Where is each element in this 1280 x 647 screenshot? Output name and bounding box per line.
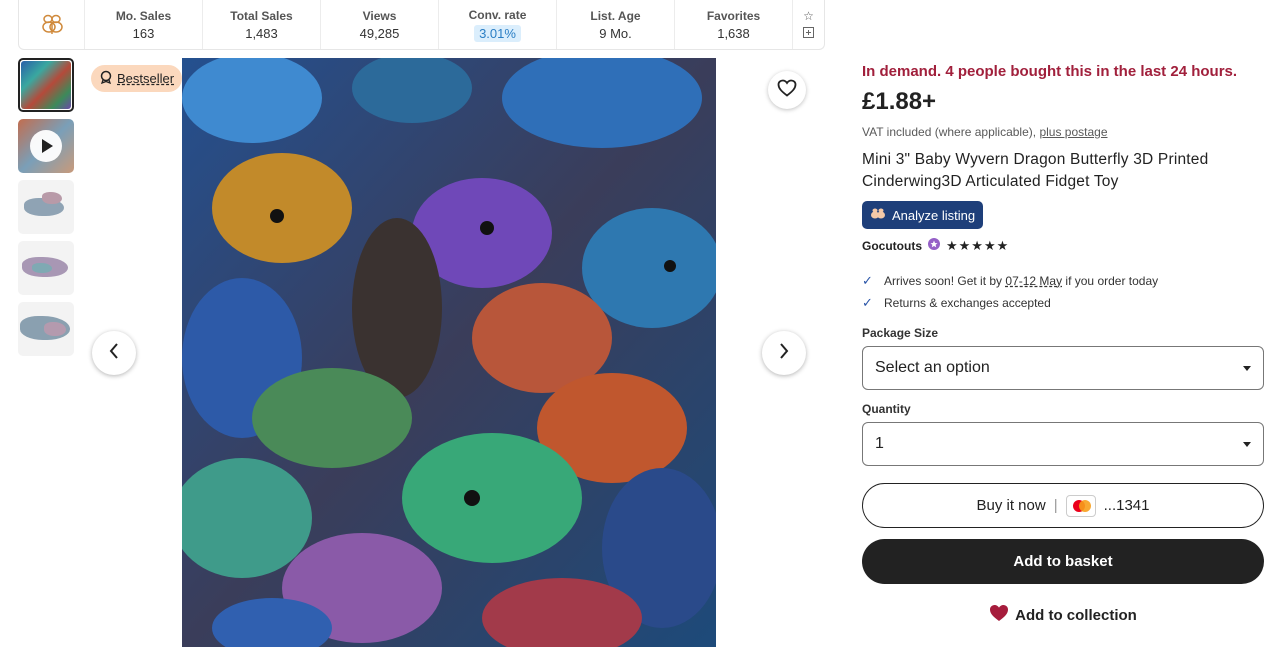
- check-icon: ✓: [862, 295, 873, 310]
- package-size-value: Select an option: [875, 359, 990, 376]
- returns-text: Returns & exchanges accepted: [884, 296, 1051, 310]
- stat-label: Conv. rate: [468, 7, 527, 22]
- analyze-listing-button[interactable]: Analyze listing: [862, 201, 984, 229]
- stat-label: Views: [362, 8, 397, 23]
- stat-value: 49,285: [359, 25, 400, 41]
- expand-icon[interactable]: [803, 26, 814, 41]
- thumbnail-image-1[interactable]: [18, 58, 74, 112]
- stat-favorites: Favorites 1,638: [675, 0, 793, 49]
- stat-value: 1,483: [245, 25, 278, 41]
- shop-row: Gocutouts ★★★★★: [862, 237, 1264, 254]
- buy-it-now-label: Buy it now: [976, 497, 1046, 514]
- price: £1.88+: [862, 88, 937, 115]
- returns-row: ✓ Returns & exchanges accepted: [862, 292, 1264, 314]
- medal-icon: [99, 70, 113, 87]
- analyze-listing-label: Analyze listing: [892, 207, 976, 223]
- quantity-label: Quantity: [862, 402, 911, 416]
- stat-views: Views 49,285: [321, 0, 439, 49]
- stat-label: Favorites: [706, 8, 761, 23]
- buy-it-now-button[interactable]: Buy it now | ...1341: [862, 483, 1264, 528]
- bee-icon: [870, 207, 886, 224]
- stat-conv-rate: Conv. rate 3.01%: [439, 0, 557, 49]
- star-icon[interactable]: ☆: [803, 9, 814, 23]
- stat-value: 9 Mo.: [599, 25, 632, 41]
- add-to-collection-button[interactable]: Add to collection: [862, 604, 1264, 626]
- product-info-panel: In demand. 4 people bought this in the l…: [862, 58, 1264, 626]
- thumbnail-list: [18, 58, 76, 363]
- heart-filled-icon: [989, 604, 1009, 626]
- add-to-collection-label: Add to collection: [1015, 606, 1137, 624]
- bestseller-badge[interactable]: Bestseller: [91, 65, 183, 92]
- highlights-list: ✓ Arrives soon! Get it by 07-12 May if y…: [862, 270, 1264, 314]
- star-seller-badge-icon: [927, 237, 941, 254]
- thumbnail-video[interactable]: [18, 119, 74, 173]
- postage-link[interactable]: plus postage: [1039, 125, 1107, 139]
- quantity-value: 1: [875, 435, 884, 452]
- chevron-left-icon: [108, 342, 120, 365]
- mastercard-icon: [1065, 494, 1096, 517]
- stat-listing-age: List. Age 9 Mo.: [557, 0, 675, 49]
- package-size-label: Package Size: [862, 326, 939, 340]
- package-size-select[interactable]: Select an option: [862, 346, 1264, 390]
- demand-message: In demand. 4 people bought this in the l…: [862, 63, 1238, 80]
- vat-note: VAT included (where applicable), plus po…: [862, 125, 1264, 139]
- caret-down-icon: [1243, 365, 1251, 371]
- stats-bar: Mo. Sales 163 Total Sales 1,483 Views 49…: [18, 0, 825, 50]
- stat-label: Total Sales: [230, 8, 293, 23]
- product-title: Mini 3" Baby Wyvern Dragon Butterfly 3D …: [862, 151, 1209, 190]
- stat-label: Mo. Sales: [115, 8, 172, 23]
- stat-value: 1,638: [717, 25, 750, 41]
- caret-down-icon: [1243, 441, 1251, 447]
- stat-total-sales: Total Sales 1,483: [203, 0, 321, 49]
- stats-actions: ☆: [793, 9, 824, 41]
- vat-text: VAT included (where applicable),: [862, 125, 1040, 139]
- card-digits: ...1341: [1103, 497, 1150, 514]
- add-to-basket-label: Add to basket: [1013, 553, 1113, 570]
- divider: |: [1053, 497, 1058, 514]
- check-icon: ✓: [862, 273, 873, 288]
- thumbnail-image-4[interactable]: [18, 241, 74, 295]
- shop-name[interactable]: Gocutouts: [862, 239, 922, 253]
- stat-mo-sales: Mo. Sales 163: [85, 0, 203, 49]
- rating-stars[interactable]: ★★★★★: [946, 238, 1009, 254]
- thumbnail-image-5[interactable]: [18, 302, 74, 356]
- thumbnail-image-3[interactable]: [18, 180, 74, 234]
- product-main-image[interactable]: [182, 58, 716, 647]
- stat-value: 163: [132, 25, 155, 41]
- arrival-row: ✓ Arrives soon! Get it by 07-12 May if y…: [862, 270, 1264, 292]
- play-icon: [30, 130, 62, 162]
- favorite-button[interactable]: [768, 71, 806, 109]
- stat-value: 3.01%: [474, 24, 521, 42]
- arrival-text: Arrives soon! Get it by 07-12 May if you…: [884, 274, 1159, 288]
- quantity-select[interactable]: 1: [862, 422, 1264, 466]
- bestseller-label: Bestseller: [117, 71, 175, 86]
- add-to-basket-button[interactable]: Add to basket: [862, 539, 1264, 584]
- gallery-next-button[interactable]: [762, 331, 806, 375]
- bee-logo-icon[interactable]: [19, 0, 85, 49]
- gallery-prev-button[interactable]: [92, 331, 136, 375]
- heart-outline-icon: [777, 79, 797, 102]
- stat-label: List. Age: [590, 8, 641, 23]
- chevron-right-icon: [778, 342, 790, 365]
- arrival-dates[interactable]: 07-12 May: [1005, 274, 1062, 288]
